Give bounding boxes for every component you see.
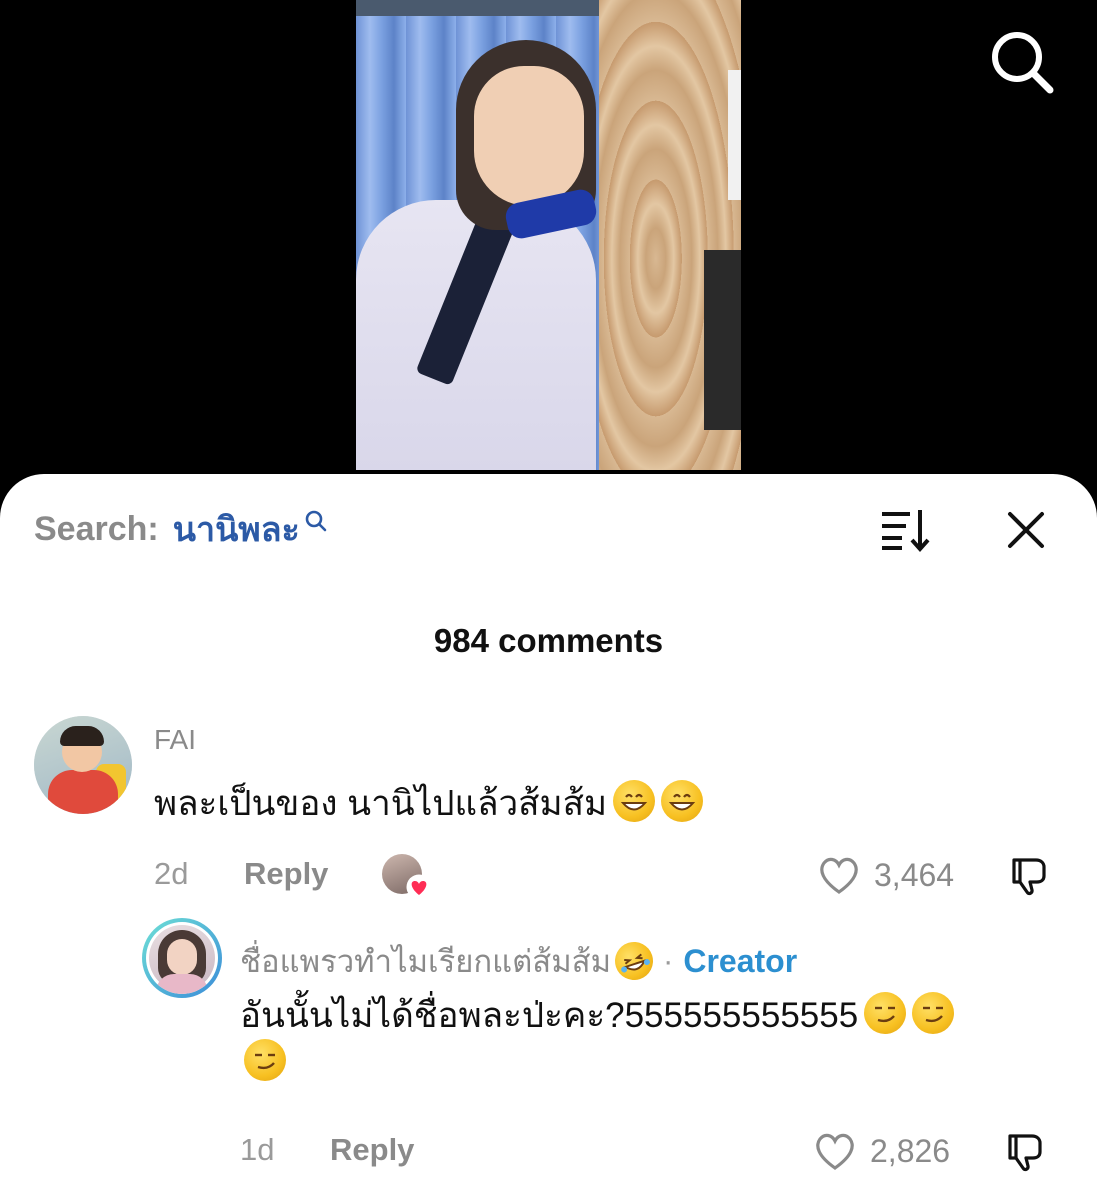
smirk-emoji-icon (864, 992, 907, 1034)
video-frame[interactable] (356, 0, 741, 470)
heart-icon (820, 857, 858, 894)
reply-timestamp: 1d (240, 1132, 275, 1167)
reply-text: อันนั้นไม่ได้ชื่อพละป่ะคะ?555555555555 (240, 992, 1070, 1087)
dislike-button[interactable] (1004, 1130, 1048, 1174)
comment-text: พละเป็นของ นานิไปแล้วส้มส้ม (154, 780, 704, 827)
search-term-link[interactable]: นานิพละ (173, 502, 300, 556)
comment-text-content: พละเป็นของ นานิไปแล้วส้มส้ม (154, 784, 608, 823)
smirk-emoji-icon (244, 1039, 286, 1082)
heart-icon (406, 874, 432, 900)
poster-image (704, 250, 741, 430)
reply-button[interactable]: Reply (244, 856, 328, 892)
comment-timestamp: 2d (154, 856, 189, 891)
dislike-icon (1012, 858, 1046, 896)
search-prefix-label: Search: (34, 509, 159, 548)
poster-image (728, 70, 741, 200)
dislike-icon (1008, 1134, 1042, 1172)
liked-by-creator-badge (382, 854, 432, 900)
like-count: 2,826 (870, 1132, 951, 1169)
reply-username-row: ชื่อแพรวทำไมเรียกแต่ส้มส้ม · Creator (240, 936, 797, 986)
close-button[interactable] (1004, 508, 1048, 552)
avatar[interactable] (34, 716, 132, 814)
sort-icon (882, 510, 930, 553)
heart-icon (816, 1133, 854, 1170)
comment-username[interactable]: FAI (154, 724, 196, 756)
reply-button[interactable]: Reply (330, 1132, 414, 1168)
smirk-emoji-icon (912, 992, 955, 1034)
like-button[interactable]: 3,464 (816, 854, 954, 896)
comment-search-bar[interactable]: Search: นานิพละ (34, 506, 328, 552)
reply-text-content: อันนั้นไม่ได้ชื่อพละป่ะคะ?555555555555 (240, 996, 859, 1035)
like-button[interactable]: 2,826 (812, 1130, 950, 1172)
grinning-emoji-icon (661, 780, 704, 822)
search-button[interactable] (986, 26, 1058, 98)
sort-button[interactable] (880, 504, 934, 554)
creator-avatar[interactable] (142, 918, 222, 998)
grinning-emoji-icon (613, 780, 656, 822)
comments-sheet: Search: นานิพละ 984 comments FAI พละเป็น… (0, 474, 1097, 1200)
rofl-emoji-icon (610, 937, 658, 985)
comments-count: 984 comments (433, 622, 664, 659)
creator-badge: Creator (683, 942, 798, 979)
separator-dot: · (663, 943, 674, 978)
search-icon (305, 510, 327, 532)
close-icon (1008, 512, 1044, 548)
dislike-button[interactable] (1008, 854, 1052, 898)
person-face-image (474, 66, 584, 206)
curtain-rail-image (356, 0, 601, 16)
like-count: 3,464 (874, 856, 955, 893)
search-icon (992, 32, 1054, 94)
video-area[interactable] (0, 0, 1097, 480)
reply-username[interactable]: ชื่อแพรวทำไมเรียกแต่ส้มส้ม (240, 936, 611, 986)
